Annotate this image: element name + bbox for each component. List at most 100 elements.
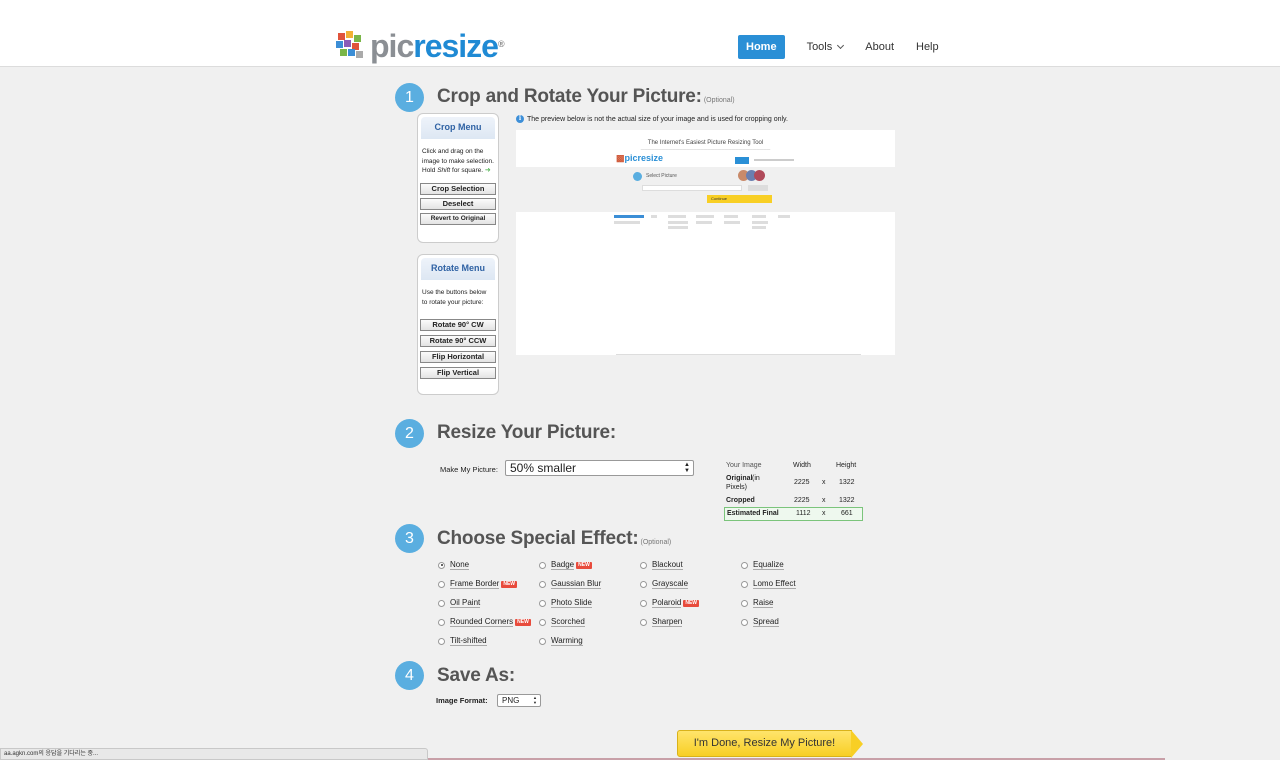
radio[interactable] xyxy=(640,561,647,569)
effect-label: Warming xyxy=(551,636,583,646)
preview-row xyxy=(614,221,640,224)
rotate-ccw-button[interactable]: Rotate 90° CCW xyxy=(420,335,496,347)
radio[interactable] xyxy=(438,580,445,588)
nav-about[interactable]: About xyxy=(865,35,894,59)
effect-raise[interactable]: Raise xyxy=(741,598,774,608)
effect-tilt-shifted[interactable]: Tilt-shifted xyxy=(438,636,487,646)
radio[interactable] xyxy=(438,599,445,607)
effect-label: Photo Slide xyxy=(551,598,592,608)
preview-band: Select Picture Continue xyxy=(516,167,895,212)
effect-label: Grayscale xyxy=(652,579,689,589)
original-height: 1322 xyxy=(839,479,855,486)
radio[interactable] xyxy=(741,561,748,569)
row-estimated-label: Estimated Final xyxy=(727,510,779,517)
effect-grayscale[interactable]: Grayscale xyxy=(640,579,689,589)
nav-home[interactable]: Home xyxy=(738,35,785,59)
step-2-title: Resize Your Picture: xyxy=(437,422,617,443)
preview-continue-button: Continue xyxy=(707,195,772,203)
effect-lomo[interactable]: Lomo Effect xyxy=(741,579,796,589)
radio[interactable] xyxy=(438,637,445,645)
radio[interactable] xyxy=(741,580,748,588)
radio[interactable] xyxy=(539,618,546,626)
effect-blackout[interactable]: Blackout xyxy=(640,560,683,570)
effect-sharpen[interactable]: Sharpen xyxy=(640,617,683,627)
preview-info-text: The preview below is not the actual size… xyxy=(527,115,788,123)
crop-menu-description: Click and drag on the image to make sele… xyxy=(418,139,498,176)
effect-label: Spread xyxy=(753,617,779,627)
effect-polaroid[interactable]: Polaroid NEW xyxy=(640,598,700,608)
image-format-select[interactable]: PNG ▲ ▼ xyxy=(497,694,541,707)
step-3-title: Choose Special Effect: (Optional) xyxy=(437,528,671,550)
rotate-menu-title: Rotate Menu xyxy=(421,258,495,280)
effect-badge[interactable]: Badge NEW xyxy=(539,560,592,570)
preview-browse-button xyxy=(748,185,768,191)
crop-preview-image[interactable]: The Internet's Easiest Picture Resizing … xyxy=(516,130,895,355)
select-arrows-icon: ▲ ▼ xyxy=(533,695,537,705)
rotate-cw-button[interactable]: Rotate 90° CW xyxy=(420,319,496,331)
preview-nav-home xyxy=(735,157,749,164)
row-original-label: Original xyxy=(726,475,753,482)
logo-registered: ® xyxy=(497,39,505,49)
flip-horizontal-button[interactable]: Flip Horizontal xyxy=(420,351,496,363)
select-arrows-icon: ▲ ▼ xyxy=(684,462,690,474)
picresize-logo[interactable]: picresize® xyxy=(334,27,505,64)
preview-row xyxy=(778,215,790,218)
effect-label: Scorched xyxy=(551,617,585,627)
preview-row xyxy=(696,215,714,218)
radio[interactable] xyxy=(640,618,647,626)
effect-label: None xyxy=(450,560,470,570)
revert-to-original-button[interactable]: Revert to Original xyxy=(420,212,496,225)
effect-label: Oil Paint xyxy=(450,598,481,608)
chevron-down-icon xyxy=(837,41,845,49)
step-1-title-text: Crop and Rotate Your Picture: xyxy=(437,86,702,107)
logo-text-pic: pic xyxy=(370,28,414,64)
deselect-button[interactable]: Deselect xyxy=(420,197,496,210)
preview-logo-mark: ▩ xyxy=(616,153,625,163)
nav-tools[interactable]: Tools xyxy=(806,35,845,59)
nav-help[interactable]: Help xyxy=(916,35,939,59)
browser-status-bar: aa.agkn.com의 응답을 기다리는 중... xyxy=(0,748,428,760)
crop-menu: Crop Menu Click and drag on the image to… xyxy=(417,113,499,243)
resize-amount-select[interactable]: 50% smaller ▲ ▼ xyxy=(505,460,694,476)
radio[interactable] xyxy=(539,637,546,645)
effect-gaussian-blur[interactable]: Gaussian Blur xyxy=(539,579,602,589)
effect-scorched[interactable]: Scorched xyxy=(539,617,585,627)
crop-selection-button[interactable]: Crop Selection xyxy=(420,182,496,195)
step-1-title: Crop and Rotate Your Picture: (Optional) xyxy=(437,86,735,108)
effect-oil-paint[interactable]: Oil Paint xyxy=(438,598,481,608)
effect-label: Gaussian Blur xyxy=(551,579,602,589)
effect-label: Rounded Corners xyxy=(450,617,514,627)
radio[interactable] xyxy=(539,599,546,607)
effect-frame-border[interactable]: Frame Border NEW xyxy=(438,579,518,589)
preview-row xyxy=(752,221,768,224)
nav-tools-label: Tools xyxy=(806,41,833,53)
table-header-image: Your Image xyxy=(726,462,762,469)
radio-selected[interactable] xyxy=(438,561,445,569)
table-header-width: Width xyxy=(793,462,811,469)
radio[interactable] xyxy=(539,580,546,588)
radio[interactable] xyxy=(741,618,748,626)
radio[interactable] xyxy=(741,599,748,607)
radio[interactable] xyxy=(438,618,445,626)
radio[interactable] xyxy=(640,599,647,607)
effect-spread[interactable]: Spread xyxy=(741,617,779,627)
crop-desc-line3: Hold Shift for square. ➜ xyxy=(422,166,494,176)
effect-label: Blackout xyxy=(652,560,683,570)
step-1-optional: (Optional) xyxy=(703,97,735,104)
crop-desc-line3-post: for square. xyxy=(450,167,484,174)
radio[interactable] xyxy=(539,561,546,569)
crop-menu-title: Crop Menu xyxy=(421,117,495,139)
preview-info-note: i The preview below is not the actual si… xyxy=(516,115,788,123)
step-1-badge: 1 xyxy=(395,83,424,112)
effect-label: Equalize xyxy=(753,560,784,570)
effect-equalize[interactable]: Equalize xyxy=(741,560,784,570)
radio[interactable] xyxy=(640,580,647,588)
preview-row xyxy=(668,215,686,218)
image-format-value: PNG xyxy=(502,696,520,705)
effect-warming[interactable]: Warming xyxy=(539,636,583,646)
flip-vertical-button[interactable]: Flip Vertical xyxy=(420,367,496,379)
effect-none[interactable]: None xyxy=(438,560,470,570)
effect-rounded-corners[interactable]: Rounded Corners NEW xyxy=(438,617,531,627)
resize-submit-button[interactable]: I'm Done, Resize My Picture! xyxy=(677,730,852,757)
effect-photo-slide[interactable]: Photo Slide xyxy=(539,598,592,608)
